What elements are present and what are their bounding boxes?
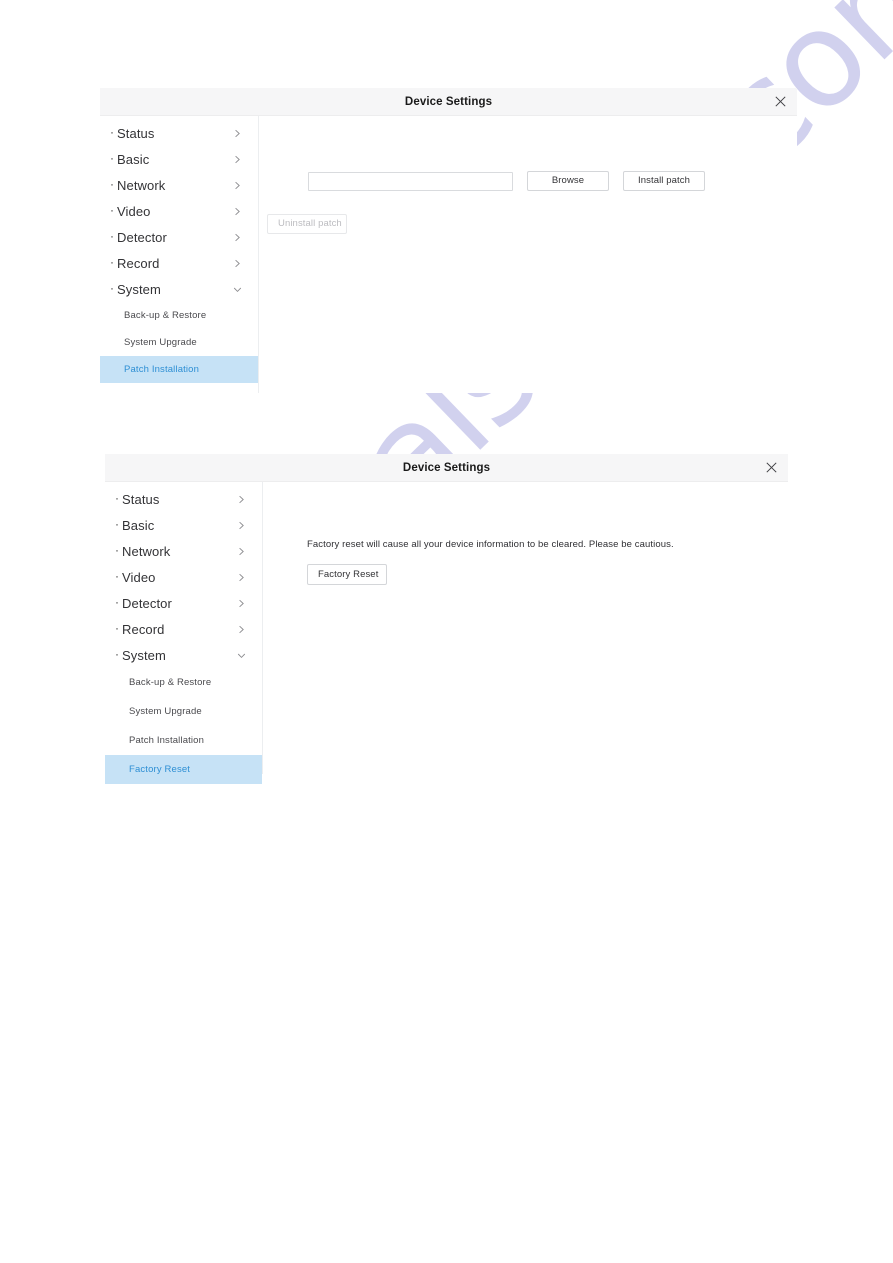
sidebar-item-label: Record <box>122 621 165 637</box>
sidebar-subitem-backup-restore[interactable]: Back-up & Restore <box>105 668 262 697</box>
chevron-right-icon <box>233 259 242 268</box>
chevron-down-icon <box>237 651 246 660</box>
bullet-icon: · <box>115 595 119 609</box>
sidebar-item-detector[interactable]: · Detector <box>100 224 258 250</box>
factory-reset-button[interactable]: Factory Reset <box>307 564 387 585</box>
sidebar-item-status[interactable]: · Status <box>105 486 262 512</box>
chevron-right-icon <box>233 129 242 138</box>
bullet-icon: · <box>110 125 114 139</box>
chevron-right-icon <box>237 599 246 608</box>
bullet-icon: · <box>115 491 119 505</box>
chevron-right-icon <box>237 547 246 556</box>
dialog-header: Device Settings <box>100 88 797 116</box>
bullet-icon: · <box>115 621 119 635</box>
sidebar-item-label: Detector <box>122 595 172 611</box>
sidebar-item-video[interactable]: · Video <box>105 564 262 590</box>
sidebar-item-label: Video <box>122 569 156 585</box>
sidebar-subitem-system-upgrade[interactable]: System Upgrade <box>105 697 262 726</box>
close-icon[interactable] <box>771 93 789 111</box>
bullet-icon: · <box>115 517 119 531</box>
uninstall-patch-button[interactable]: Uninstall patch <box>267 214 347 234</box>
sidebar-item-record[interactable]: · Record <box>100 250 258 276</box>
sidebar-item-system[interactable]: · System <box>105 642 262 668</box>
sidebar-item-label: Record <box>117 255 160 271</box>
page-title: Device Settings <box>404 95 493 108</box>
sidebar-subitem-patch-installation[interactable]: Patch Installation <box>100 356 258 383</box>
bullet-icon: · <box>110 255 114 269</box>
uninstall-row: Uninstall patch <box>267 213 347 234</box>
patch-file-input[interactable] <box>308 171 513 191</box>
bullet-icon: · <box>110 281 114 295</box>
chevron-right-icon <box>233 233 242 242</box>
sidebar-nav: · Status · Basic · Network · Video · Det… <box>105 482 263 784</box>
sidebar-subitem-patch-installation[interactable]: Patch Installation <box>105 726 262 755</box>
bullet-icon: · <box>115 647 119 661</box>
sidebar-item-basic[interactable]: · Basic <box>100 146 258 172</box>
chevron-down-icon <box>233 285 242 294</box>
bullet-icon: · <box>115 569 119 583</box>
sidebar-item-label: System <box>117 281 161 297</box>
sidebar-item-status[interactable]: · Status <box>100 120 258 146</box>
bullet-icon: · <box>110 229 114 243</box>
sidebar-item-system[interactable]: · System <box>100 276 258 302</box>
device-settings-dialog-patch: Device Settings · Status · Basic · Netwo… <box>100 88 797 393</box>
content-area-patch: Browse Install patch Uninstall patch <box>259 116 797 393</box>
sidebar-item-detector[interactable]: · Detector <box>105 590 262 616</box>
sidebar-subitem-backup-restore[interactable]: Back-up & Restore <box>100 302 258 329</box>
sidebar-item-label: Detector <box>117 229 167 245</box>
sidebar-subitem-system-upgrade[interactable]: System Upgrade <box>100 329 258 356</box>
sidebar-nav: · Status · Basic · Network · Video · Det… <box>100 116 259 393</box>
bullet-icon: · <box>110 177 114 191</box>
patch-file-row: Browse Install patch <box>308 171 705 191</box>
sidebar-item-label: Video <box>117 203 151 219</box>
factory-reset-row: Factory Reset <box>307 564 387 585</box>
sidebar-item-video[interactable]: · Video <box>100 198 258 224</box>
chevron-right-icon <box>233 155 242 164</box>
sidebar-item-label: Basic <box>122 517 155 533</box>
factory-reset-notice: Factory reset will cause all your device… <box>307 539 674 550</box>
close-icon[interactable] <box>762 459 780 477</box>
bullet-icon: · <box>115 543 119 557</box>
bullet-icon: · <box>110 203 114 217</box>
chevron-right-icon <box>233 207 242 216</box>
dialog-body: · Status · Basic · Network · Video · Det… <box>105 482 788 784</box>
device-settings-dialog-reset: Device Settings · Status · Basic · Netwo… <box>105 454 788 784</box>
dialog-body: · Status · Basic · Network · Video · Det… <box>100 116 797 393</box>
sidebar-item-network[interactable]: · Network <box>100 172 258 198</box>
sidebar-item-record[interactable]: · Record <box>105 616 262 642</box>
chevron-right-icon <box>237 573 246 582</box>
sidebar-item-basic[interactable]: · Basic <box>105 512 262 538</box>
sidebar-item-label: Status <box>122 491 160 507</box>
content-area-reset: Factory reset will cause all your device… <box>263 482 788 774</box>
bullet-icon: · <box>110 151 114 165</box>
dialog-header: Device Settings <box>105 454 788 482</box>
chevron-right-icon <box>237 495 246 504</box>
sidebar-item-network[interactable]: · Network <box>105 538 262 564</box>
browse-button[interactable]: Browse <box>527 171 609 191</box>
chevron-right-icon <box>237 521 246 530</box>
sidebar-item-label: System <box>122 647 166 663</box>
sidebar-item-label: Network <box>117 177 166 193</box>
sidebar-item-label: Basic <box>117 151 150 167</box>
install-patch-button[interactable]: Install patch <box>623 171 705 191</box>
sidebar-item-label: Network <box>122 543 171 559</box>
chevron-right-icon <box>233 181 242 190</box>
page-title: Device Settings <box>402 461 491 474</box>
sidebar-item-label: Status <box>117 125 155 141</box>
chevron-right-icon <box>237 625 246 634</box>
sidebar-subitem-factory-reset[interactable]: Factory Reset <box>105 755 262 784</box>
